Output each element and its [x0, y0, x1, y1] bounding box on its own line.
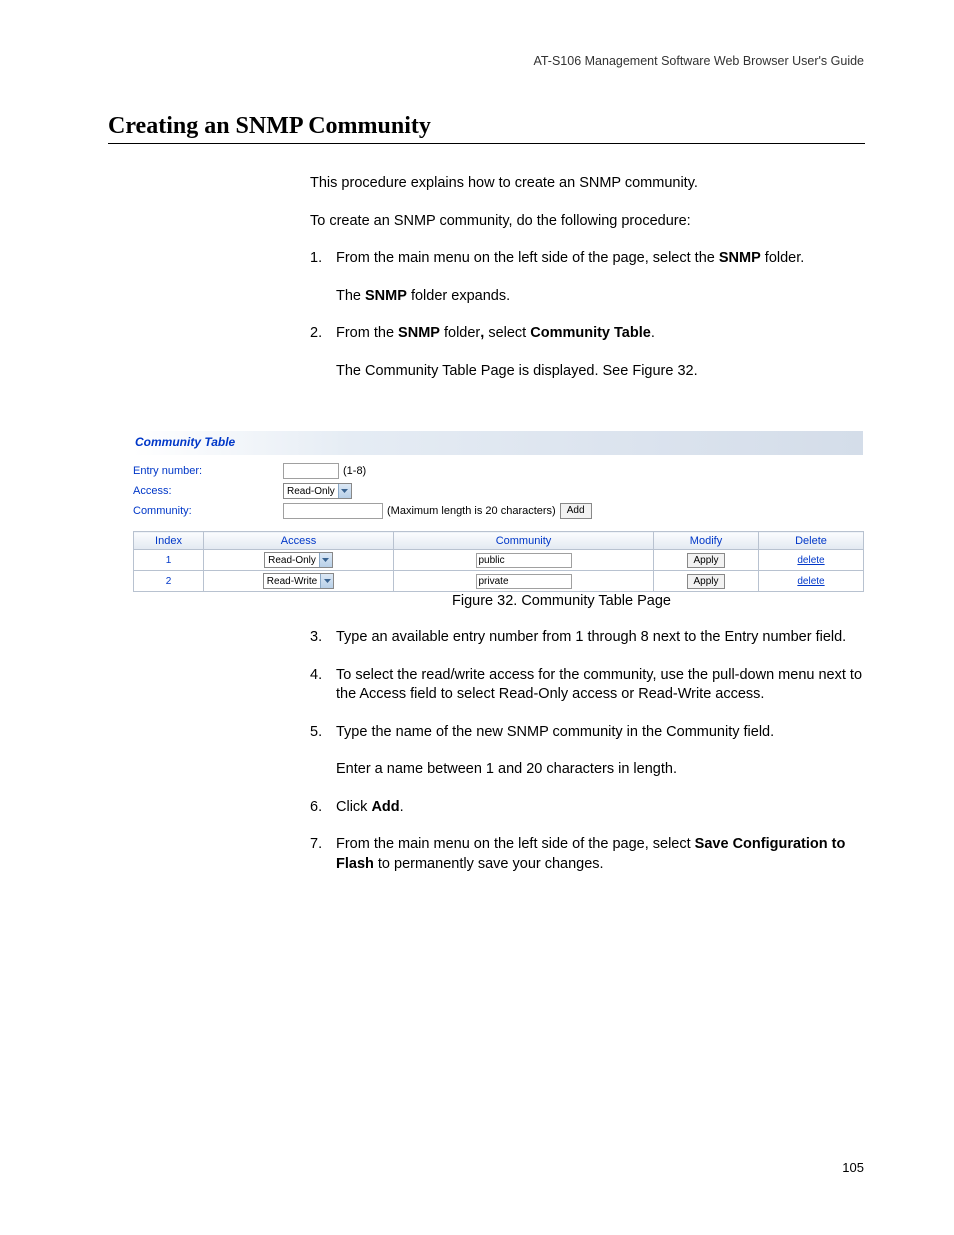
text: Type the name of the new SNMP community …: [336, 724, 774, 740]
step-sub: The SNMP folder expands.: [336, 287, 870, 307]
step-body: From the SNMP folder, select Community T…: [336, 324, 870, 381]
bold: SNMP: [719, 250, 761, 266]
chevron-down-icon: [338, 484, 351, 498]
apply-button[interactable]: Apply: [687, 553, 724, 568]
table-row: 2 Read-Write Apply delete: [134, 571, 864, 592]
row-access-select[interactable]: Read-Only: [264, 552, 333, 568]
cell-modify: Apply: [654, 571, 759, 592]
community-row: Community: (Maximum length is 20 charact…: [133, 501, 863, 521]
select-value: Read-Only: [265, 555, 319, 566]
text: to permanently save your changes.: [374, 856, 604, 872]
th-access: Access: [204, 532, 394, 550]
text: select: [484, 325, 530, 341]
step-6: 6. Click Add.: [310, 798, 870, 818]
table-row: 1 Read-Only Apply delete: [134, 550, 864, 571]
step-number: 6.: [310, 798, 336, 818]
step-body: From the main menu on the left side of t…: [336, 249, 870, 306]
delete-link[interactable]: delete: [797, 555, 824, 566]
step-body: Type the name of the new SNMP community …: [336, 723, 870, 780]
content-block-upper: This procedure explains how to create an…: [310, 174, 870, 399]
cell-index: 2: [134, 571, 204, 592]
chevron-down-icon: [319, 553, 332, 567]
row-community-input[interactable]: [476, 574, 572, 589]
community-label: Community:: [133, 505, 283, 517]
entry-number-label: Entry number:: [133, 465, 283, 477]
row-access-select[interactable]: Read-Write: [263, 573, 334, 589]
table-header-row: Index Access Community Modify Delete: [134, 532, 864, 550]
step-5: 5. Type the name of the new SNMP communi…: [310, 723, 870, 780]
cell-delete: delete: [759, 571, 864, 592]
entry-number-input[interactable]: [283, 463, 339, 479]
select-value: Read-Only: [284, 486, 338, 497]
step-sub: The Community Table Page is displayed. S…: [336, 362, 870, 382]
text: folder: [440, 325, 480, 341]
bold: SNMP: [365, 288, 407, 304]
text: From the: [336, 325, 398, 341]
access-select[interactable]: Read-Only: [283, 483, 352, 499]
step-4: 4. To select the read/write access for t…: [310, 666, 870, 705]
step-sub: Enter a name between 1 and 20 characters…: [336, 760, 870, 780]
th-modify: Modify: [654, 532, 759, 550]
cell-community: [394, 571, 654, 592]
text: .: [651, 325, 655, 341]
step-3: 3. Type an available entry number from 1…: [310, 628, 870, 648]
page-number: 105: [842, 1160, 864, 1175]
intro-p2: To create an SNMP community, do the foll…: [310, 212, 870, 232]
step-7: 7. From the main menu on the left side o…: [310, 835, 870, 874]
step-2: 2. From the SNMP folder, select Communit…: [310, 324, 870, 381]
cell-index: 1: [134, 550, 204, 571]
add-button[interactable]: Add: [560, 503, 592, 519]
access-row: Access: Read-Only: [133, 481, 863, 501]
text: .: [400, 799, 404, 815]
step-1: 1. From the main menu on the left side o…: [310, 249, 870, 306]
step-number: 1.: [310, 249, 336, 306]
heading-rule: [108, 143, 865, 144]
step-body: Click Add.: [336, 798, 870, 818]
bold: Add: [371, 799, 399, 815]
community-input[interactable]: [283, 503, 383, 519]
step-number: 7.: [310, 835, 336, 874]
community-table-figure: Community Table Entry number: (1-8) Acce…: [133, 431, 863, 592]
content-block-lower: 3. Type an available entry number from 1…: [310, 628, 870, 893]
th-delete: Delete: [759, 532, 864, 550]
intro-p1: This procedure explains how to create an…: [310, 174, 870, 194]
step-number: 2.: [310, 324, 336, 381]
cell-community: [394, 550, 654, 571]
apply-button[interactable]: Apply: [687, 574, 724, 589]
form-block: Entry number: (1-8) Access: Read-Only Co…: [133, 455, 863, 531]
th-index: Index: [134, 532, 204, 550]
text: folder.: [761, 250, 805, 266]
text: folder expands.: [407, 288, 510, 304]
cell-access: Read-Only: [204, 550, 394, 571]
step-body: From the main menu on the left side of t…: [336, 835, 870, 874]
th-community: Community: [394, 532, 654, 550]
step-body: To select the read/write access for the …: [336, 666, 870, 705]
step-number: 3.: [310, 628, 336, 648]
text: Click: [336, 799, 371, 815]
delete-link[interactable]: delete: [797, 576, 824, 587]
cell-modify: Apply: [654, 550, 759, 571]
cell-access: Read-Write: [204, 571, 394, 592]
chevron-down-icon: [320, 574, 333, 588]
bold: SNMP: [398, 325, 440, 341]
text: From the main menu on the left side of t…: [336, 836, 695, 852]
entry-range-hint: (1-8): [343, 465, 366, 477]
figure-caption: Figure 32. Community Table Page: [452, 593, 671, 609]
text: From the main menu on the left side of t…: [336, 250, 719, 266]
maxlen-hint: (Maximum length is 20 characters): [387, 505, 556, 517]
row-community-input[interactable]: [476, 553, 572, 568]
bold: Community Table: [530, 325, 651, 341]
step-number: 5.: [310, 723, 336, 780]
main-heading: Creating an SNMP Community: [108, 113, 431, 140]
step-body: Type an available entry number from 1 th…: [336, 628, 870, 648]
panel-title: Community Table: [133, 431, 863, 455]
select-value: Read-Write: [264, 576, 320, 587]
cell-delete: delete: [759, 550, 864, 571]
step-number: 4.: [310, 666, 336, 705]
community-table: Index Access Community Modify Delete 1 R…: [133, 531, 864, 592]
text: The: [336, 288, 365, 304]
entry-number-row: Entry number: (1-8): [133, 461, 863, 481]
access-label: Access:: [133, 485, 283, 497]
page-header: AT-S106 Management Software Web Browser …: [533, 54, 864, 68]
